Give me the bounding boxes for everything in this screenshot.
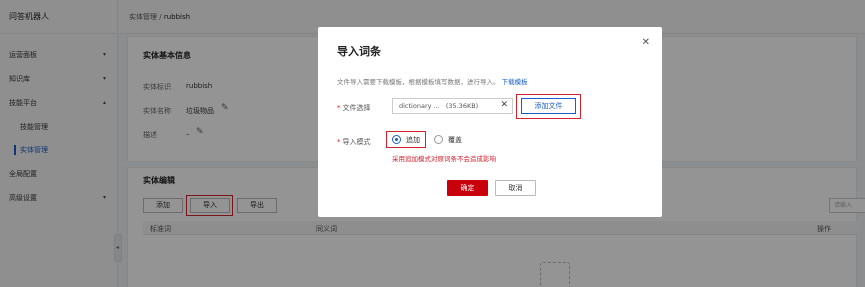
download-template-link[interactable]: 下载模板 [502, 78, 528, 86]
radio-overwrite-label[interactable]: 覆盖 [448, 135, 462, 145]
highlight-box [516, 94, 581, 119]
radio-append[interactable] [392, 135, 401, 144]
import-mode-label: * 导入模式 [337, 137, 371, 147]
import-mode-hint: 采用追加模式对原词条不会造成影响 [392, 155, 496, 163]
file-size: (35.36KB) [445, 102, 479, 110]
cancel-button[interactable]: 取消 [495, 180, 536, 196]
description-text: 文件导入需要下载模板，根据模板填写数据，进行导入。 [337, 78, 500, 86]
radio-overwrite[interactable] [434, 135, 443, 144]
required-mark: * [337, 138, 341, 146]
selected-file-field: dictionary ... (35.36KB) ✕ [392, 98, 513, 114]
import-mode-label-text: 导入模式 [342, 138, 371, 146]
clear-file-icon[interactable]: ✕ [500, 100, 508, 110]
file-name: dictionary ... (35.36KB) [399, 102, 478, 110]
file-select-label: * 文件选择 [337, 103, 371, 113]
import-dialog: 导入词条 ✕ 文件导入需要下载模板，根据模板填写数据，进行导入。 下载模板 * 文… [318, 27, 662, 217]
file-name-text: dictionary ... [399, 102, 440, 110]
file-select-label-text: 文件选择 [342, 104, 371, 112]
required-mark: * [337, 104, 341, 112]
close-icon[interactable]: ✕ [642, 37, 650, 48]
radio-append-label[interactable]: 追加 [406, 135, 420, 145]
confirm-button[interactable]: 确定 [447, 180, 488, 196]
dialog-title: 导入词条 [337, 45, 381, 58]
dialog-description: 文件导入需要下载模板，根据模板填写数据，进行导入。 下载模板 [337, 76, 528, 86]
